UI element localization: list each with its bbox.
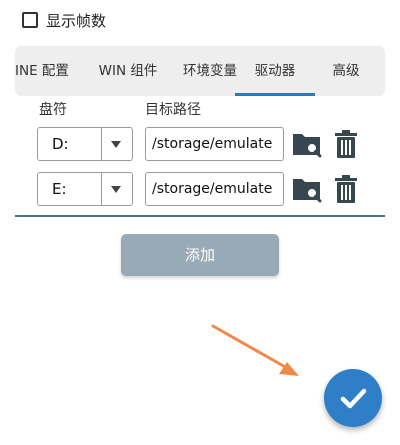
triangle-down-icon bbox=[111, 141, 121, 148]
select-divider bbox=[101, 173, 102, 205]
folder-search-icon[interactable] bbox=[292, 175, 322, 203]
target-path-header: 目标路径 bbox=[145, 102, 201, 118]
trash-icon[interactable] bbox=[333, 174, 359, 204]
folder-search-icon[interactable] bbox=[292, 130, 322, 158]
tab-win-components[interactable]: WIN 组件 bbox=[81, 46, 175, 96]
confirm-fab-button[interactable] bbox=[324, 369, 382, 427]
show-fps-label: 显示帧数 bbox=[46, 11, 107, 30]
drive-letter-select[interactable]: E: bbox=[37, 172, 133, 206]
tab-wine-config[interactable]: INE 配置 bbox=[15, 46, 77, 96]
drive-row: E: bbox=[0, 172, 400, 208]
select-divider bbox=[101, 128, 102, 160]
settings-tab-bar: INE 配置 WIN 组件 环境变量 驱动器 高级 bbox=[15, 46, 385, 96]
tab-advanced[interactable]: 高级 bbox=[315, 46, 377, 96]
show-fps-checkbox[interactable] bbox=[22, 12, 38, 28]
triangle-down-icon bbox=[111, 186, 121, 193]
target-path-input[interactable] bbox=[145, 172, 284, 206]
check-icon bbox=[340, 388, 367, 409]
tab-drives[interactable]: 驱动器 bbox=[235, 46, 315, 96]
drive-letter-value: E: bbox=[52, 180, 67, 198]
annotation-arrow-icon bbox=[211, 324, 299, 376]
add-drive-button[interactable]: 添加 bbox=[121, 234, 279, 276]
show-fps-checkbox-row[interactable]: 显示帧数 bbox=[22, 8, 106, 32]
section-divider bbox=[15, 215, 385, 217]
drive-letter-value: D: bbox=[52, 135, 69, 153]
target-path-input[interactable] bbox=[145, 127, 284, 161]
trash-icon[interactable] bbox=[333, 129, 359, 159]
drive-letter-select[interactable]: D: bbox=[37, 127, 133, 161]
drive-letter-header: 盘符 bbox=[39, 102, 67, 118]
drive-row: D: bbox=[0, 127, 400, 163]
